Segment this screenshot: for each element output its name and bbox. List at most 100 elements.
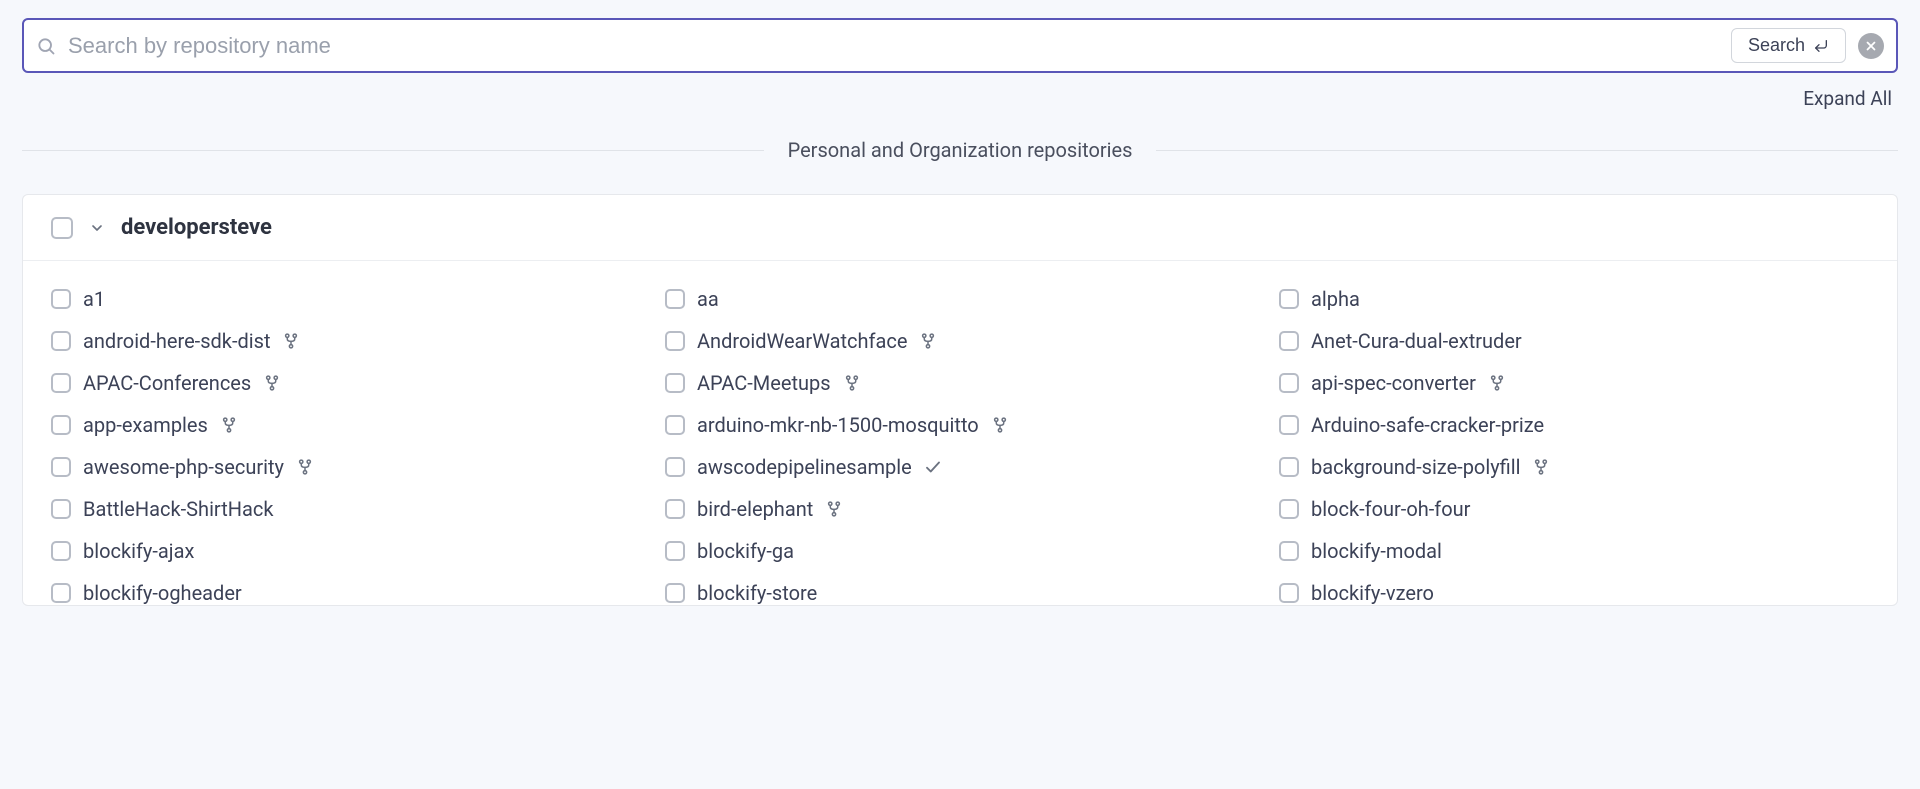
repo-checkbox[interactable] xyxy=(51,457,71,477)
repo-item: api-spec-converter xyxy=(1279,371,1869,395)
search-button[interactable]: Search xyxy=(1731,28,1846,63)
fork-icon xyxy=(1532,458,1550,476)
repo-name[interactable]: Arduino-safe-cracker-prize xyxy=(1311,413,1544,437)
repo-grid: a1 aa alpha android-here-sdk-dist AndroidWea… xyxy=(23,261,1897,605)
repo-checkbox[interactable] xyxy=(665,415,685,435)
expand-row: Expand All xyxy=(22,73,1898,110)
repo-checkbox[interactable] xyxy=(665,331,685,351)
repo-item: alpha xyxy=(1279,287,1869,311)
fork-icon xyxy=(825,500,843,518)
search-input[interactable] xyxy=(68,33,1719,59)
fork-icon xyxy=(296,458,314,476)
fork-icon xyxy=(991,416,1009,434)
repo-item: blockify-vzero xyxy=(1279,581,1869,605)
repo-name[interactable]: awscodepipelinesample xyxy=(697,455,912,479)
repo-item: BattleHack-ShirtHack xyxy=(51,497,641,521)
repo-item: APAC-Meetups xyxy=(665,371,1255,395)
repo-checkbox[interactable] xyxy=(51,583,71,603)
owner-panel: developersteve a1 aa alpha android-here-sdk… xyxy=(22,194,1898,606)
search-button-label: Search xyxy=(1748,35,1805,56)
repo-name[interactable]: blockify-ga xyxy=(697,539,794,563)
owner-panel-header: developersteve xyxy=(23,195,1897,261)
section-divider: Personal and Organization repositories xyxy=(22,138,1898,162)
repo-checkbox[interactable] xyxy=(1279,541,1299,561)
close-icon xyxy=(1864,39,1878,53)
repo-checkbox[interactable] xyxy=(51,541,71,561)
repo-item: blockify-ajax xyxy=(51,539,641,563)
repo-item: blockify-ogheader xyxy=(51,581,641,605)
repo-item: arduino-mkr-nb-1500-mosquitto xyxy=(665,413,1255,437)
repo-name[interactable]: AndroidWearWatchface xyxy=(697,329,907,353)
owner-name: developersteve xyxy=(121,215,272,240)
repo-checkbox[interactable] xyxy=(665,457,685,477)
repo-checkbox[interactable] xyxy=(665,583,685,603)
repo-checkbox[interactable] xyxy=(665,541,685,561)
repo-checkbox[interactable] xyxy=(665,373,685,393)
repo-checkbox[interactable] xyxy=(1279,499,1299,519)
repo-item: bird-elephant xyxy=(665,497,1255,521)
repo-item: blockify-store xyxy=(665,581,1255,605)
fork-icon xyxy=(843,374,861,392)
repo-item: Arduino-safe-cracker-prize xyxy=(1279,413,1869,437)
repo-checkbox[interactable] xyxy=(665,289,685,309)
repo-name[interactable]: alpha xyxy=(1311,287,1360,311)
repo-item: a1 xyxy=(51,287,641,311)
check-icon xyxy=(924,458,942,476)
repo-item: awscodepipelinesample xyxy=(665,455,1255,479)
repo-checkbox[interactable] xyxy=(1279,583,1299,603)
repo-name[interactable]: blockify-vzero xyxy=(1311,581,1434,605)
fork-icon xyxy=(282,332,300,350)
repo-name[interactable]: bird-elephant xyxy=(697,497,813,521)
repo-name[interactable]: BattleHack-ShirtHack xyxy=(83,497,274,521)
divider-line-left xyxy=(22,150,764,151)
repo-name[interactable]: APAC-Meetups xyxy=(697,371,831,395)
search-bar: Search xyxy=(22,18,1898,73)
repo-name[interactable]: blockify-store xyxy=(697,581,817,605)
repo-name[interactable]: blockify-ogheader xyxy=(83,581,242,605)
repo-name[interactable]: aa xyxy=(697,287,719,311)
section-label: Personal and Organization repositories xyxy=(788,138,1133,162)
fork-icon xyxy=(1488,374,1506,392)
repo-item: android-here-sdk-dist xyxy=(51,329,641,353)
expand-all-button[interactable]: Expand All xyxy=(1803,87,1892,110)
repo-name[interactable]: block-four-oh-four xyxy=(1311,497,1470,521)
repo-checkbox[interactable] xyxy=(51,289,71,309)
repo-name[interactable]: app-examples xyxy=(83,413,208,437)
repo-name[interactable]: api-spec-converter xyxy=(1311,371,1476,395)
repo-item: app-examples xyxy=(51,413,641,437)
repo-checkbox[interactable] xyxy=(51,499,71,519)
chevron-down-icon[interactable] xyxy=(89,220,105,236)
repo-checkbox[interactable] xyxy=(1279,289,1299,309)
owner-select-all-checkbox[interactable] xyxy=(51,217,73,239)
repo-checkbox[interactable] xyxy=(1279,331,1299,351)
divider-line-right xyxy=(1156,150,1898,151)
fork-icon xyxy=(919,332,937,350)
clear-search-button[interactable] xyxy=(1858,33,1884,59)
repo-item: blockify-modal xyxy=(1279,539,1869,563)
repo-checkbox[interactable] xyxy=(1279,457,1299,477)
repo-name[interactable]: a1 xyxy=(83,287,105,311)
repo-name[interactable]: blockify-ajax xyxy=(83,539,194,563)
repo-name[interactable]: android-here-sdk-dist xyxy=(83,329,270,353)
repo-item: AndroidWearWatchface xyxy=(665,329,1255,353)
fork-icon xyxy=(220,416,238,434)
repo-name[interactable]: APAC-Conferences xyxy=(83,371,251,395)
repo-checkbox[interactable] xyxy=(51,415,71,435)
search-icon xyxy=(36,36,56,56)
repo-item: Anet-Cura-dual-extruder xyxy=(1279,329,1869,353)
repo-checkbox[interactable] xyxy=(665,499,685,519)
repo-item: aa xyxy=(665,287,1255,311)
repo-name[interactable]: Anet-Cura-dual-extruder xyxy=(1311,329,1522,353)
repo-checkbox[interactable] xyxy=(1279,373,1299,393)
enter-icon xyxy=(1813,38,1829,54)
repo-name[interactable]: awesome-php-security xyxy=(83,455,284,479)
repo-checkbox[interactable] xyxy=(1279,415,1299,435)
repo-checkbox[interactable] xyxy=(51,331,71,351)
repo-item: block-four-oh-four xyxy=(1279,497,1869,521)
repo-name[interactable]: background-size-polyfill xyxy=(1311,455,1520,479)
repo-item: background-size-polyfill xyxy=(1279,455,1869,479)
repo-item: awesome-php-security xyxy=(51,455,641,479)
repo-checkbox[interactable] xyxy=(51,373,71,393)
repo-name[interactable]: blockify-modal xyxy=(1311,539,1442,563)
repo-name[interactable]: arduino-mkr-nb-1500-mosquitto xyxy=(697,413,979,437)
